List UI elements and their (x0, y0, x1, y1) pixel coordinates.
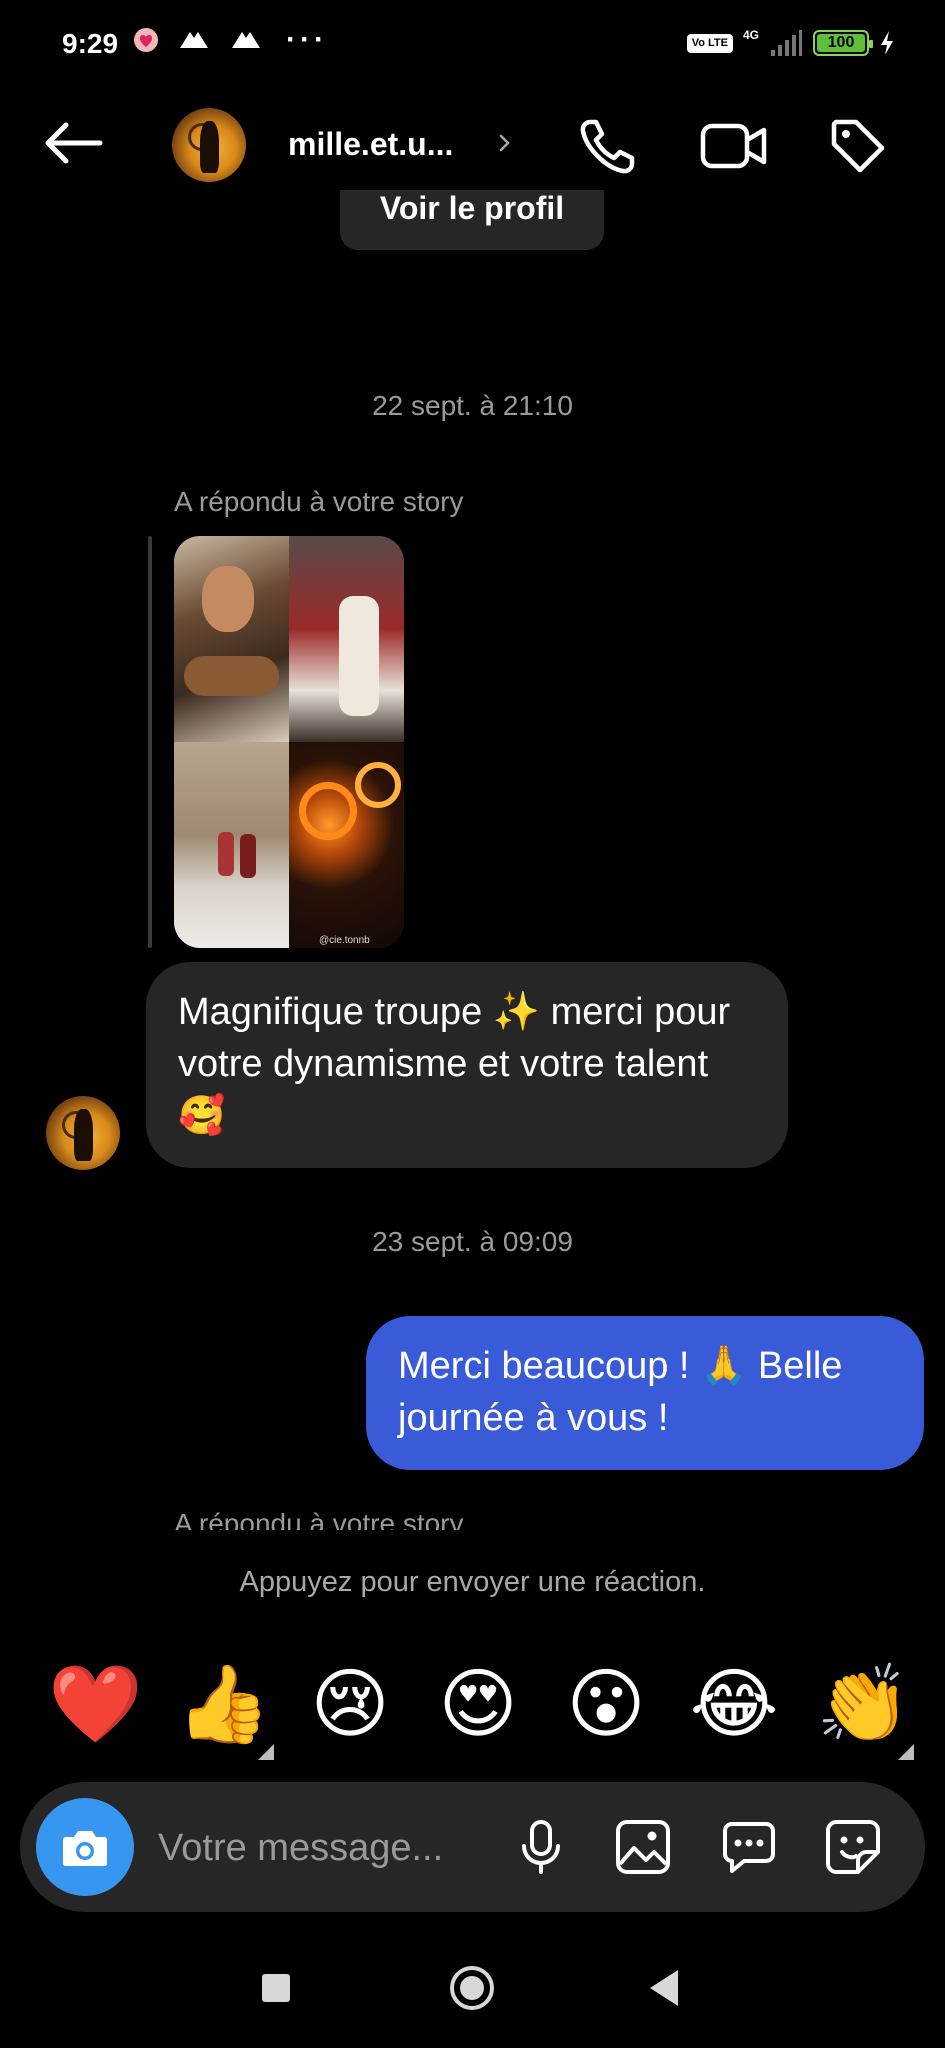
story-thumbnail[interactable]: @cie.tonnb (174, 536, 404, 948)
reaction-clapping[interactable]: 👏 (816, 1658, 914, 1760)
incoming-message[interactable]: Magnifique troupe ✨ merci pour votre dyn… (146, 962, 788, 1168)
chat-bubble-icon (723, 1822, 775, 1873)
message-composer (20, 1782, 925, 1912)
app-notification-icon (180, 32, 208, 48)
chat-header: mille.et.u... (0, 100, 945, 190)
arrow-left-icon (45, 122, 103, 164)
call-button[interactable] (576, 114, 640, 178)
network-type: 4G (742, 28, 759, 42)
clapping-icon: 👏 (816, 1659, 911, 1748)
view-profile-button[interactable]: Voir le profil (340, 190, 604, 250)
reaction-surprised[interactable]: 😮 (560, 1658, 652, 1750)
reaction-crying[interactable]: 😢 (304, 1658, 396, 1750)
tag-icon (831, 119, 885, 173)
more-notifications-icon: ··· (286, 23, 328, 56)
status-time: 9:29 (62, 28, 119, 59)
signal-icon (771, 30, 802, 56)
quick-reactions: ❤️ 👍 😢 😍 😮 😂 👏 (48, 1654, 914, 1760)
more-variants-icon (898, 1744, 914, 1760)
voice-message-button[interactable] (508, 1814, 574, 1880)
system-nav-bar (0, 1940, 945, 2048)
message-input[interactable] (158, 1818, 498, 1878)
heart-notification-icon (134, 28, 158, 52)
contact-avatar[interactable] (172, 108, 246, 182)
story-reply-bar (148, 536, 152, 948)
back-button[interactable] (40, 118, 106, 168)
video-camera-icon (700, 123, 767, 169)
video-call-button[interactable] (698, 114, 770, 178)
sticker-icon (826, 1820, 880, 1874)
story-reply-label: A répondu à votre story (174, 1508, 464, 1530)
status-indicators: Vo LTE 4G 100 (686, 28, 895, 58)
recents-button[interactable] (262, 1974, 290, 2002)
home-button[interactable] (450, 1966, 494, 2010)
chat-options-button[interactable] (716, 1814, 782, 1880)
message-timestamp: 23 sept. à 09:09 (372, 1226, 573, 1257)
story-reply-label: A répondu à votre story (174, 486, 464, 517)
sticker-button[interactable] (820, 1814, 886, 1880)
message-timestamp: 22 sept. à 21:10 (372, 390, 573, 421)
image-icon (616, 1820, 670, 1874)
reaction-hint: Appuyez pour envoyer une réaction. (239, 1566, 706, 1598)
story-caption: @cie.tonnb (319, 935, 370, 946)
system-back-button[interactable] (650, 1970, 678, 2006)
more-variants-icon (258, 1744, 274, 1760)
phone-icon (580, 119, 635, 174)
camera-icon (63, 1831, 107, 1866)
app-notification-icon (232, 32, 260, 48)
volte-icon: Vo LTE (686, 33, 733, 53)
tag-button[interactable] (826, 114, 890, 178)
battery-icon: 100 (813, 30, 873, 56)
gallery-button[interactable] (610, 1814, 676, 1880)
contact-name[interactable]: mille.et.u... (288, 126, 453, 163)
battery-level: 100 (827, 34, 855, 51)
reaction-heart-eyes[interactable]: 😍 (432, 1658, 524, 1750)
reaction-thumbs-up[interactable]: 👍 (176, 1658, 274, 1760)
reaction-heart[interactable]: ❤️ (48, 1658, 143, 1750)
reaction-laughing[interactable]: 😂 (688, 1658, 780, 1750)
charging-icon (881, 31, 893, 55)
chat-thread[interactable]: Voir le profil 22 sept. à 21:10 A répond… (0, 190, 945, 1530)
status-bar: 9:29 ··· Vo LTE 4G 100 (0, 0, 945, 90)
microphone-icon (522, 1820, 560, 1874)
camera-button[interactable] (36, 1798, 134, 1896)
notification-icons: ··· (132, 23, 328, 56)
sender-avatar[interactable] (46, 1096, 120, 1170)
thumbs-up-icon: 👍 (176, 1659, 271, 1748)
outgoing-message[interactable]: Merci beaucoup ! 🙏 Belle journée à vous … (366, 1316, 924, 1470)
chevron-right-icon[interactable] (495, 128, 515, 158)
